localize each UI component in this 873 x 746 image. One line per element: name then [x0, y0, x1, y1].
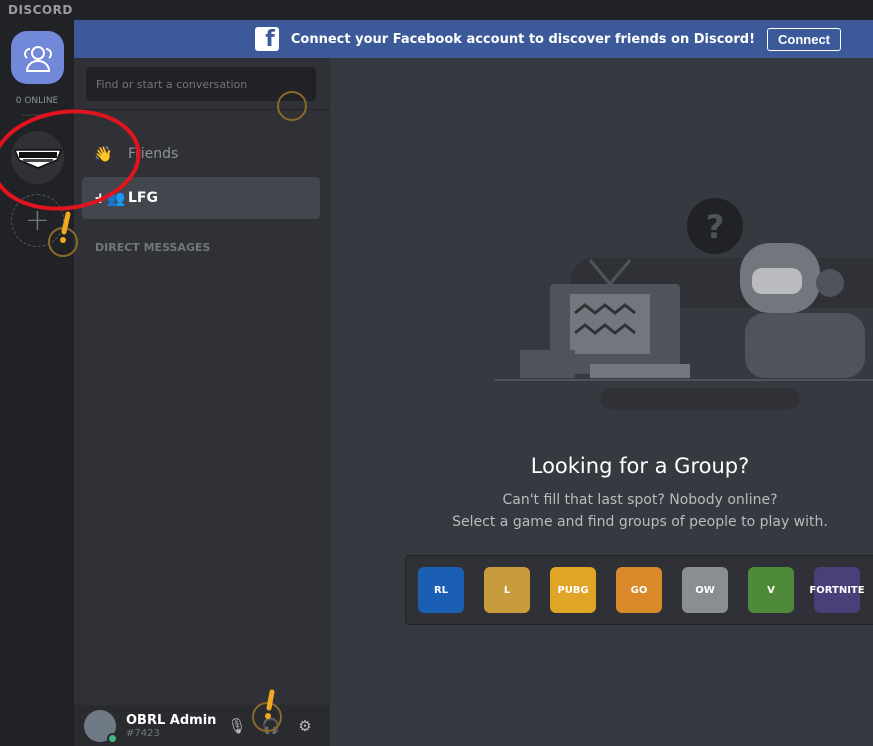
svg-text:?: ? — [706, 208, 725, 246]
game-cs-go[interactable]: GO — [616, 567, 662, 613]
game-label: V — [767, 584, 775, 596]
username: OBRL Admin — [126, 712, 217, 728]
lfg-subtitle-1: Can't fill that last spot? Nobody online… — [502, 492, 778, 508]
game-label: OW — [695, 584, 715, 596]
add-server-button[interactable]: + — [11, 194, 64, 247]
game-label: PUBG — [557, 584, 589, 596]
nav-lfg-label: LFG — [128, 190, 158, 206]
game-picker: RL L PUBG GO OW V FORTNITE — [405, 555, 873, 625]
server-list — [0, 20, 74, 746]
user-tag: #7423 — [126, 727, 160, 739]
game-rocket-league[interactable]: RL — [418, 567, 464, 613]
game-label: FORTNITE — [809, 584, 865, 596]
lfg-illustration: ? — [495, 198, 873, 410]
direct-messages-heading: DIRECT MESSAGES — [95, 241, 211, 254]
divider — [22, 114, 52, 116]
friends-icon — [23, 45, 52, 72]
nav-friends[interactable]: 👋 Friends — [82, 133, 320, 175]
game-overwatch[interactable]: OW — [682, 567, 728, 613]
user-panel: OBRL Admin #7423 🎙 🎧 ⚙ — [74, 705, 330, 746]
nav-lfg[interactable]: +👥 LFG — [82, 177, 320, 219]
game-fortnite[interactable]: FORTNITE — [809, 567, 865, 613]
title-bar — [0, 0, 873, 20]
headphones-icon[interactable]: 🎧 — [254, 717, 288, 735]
channel-sidebar: 👋 Friends +👥LFG DIRECT MESSAGES OBRL Admi… — [74, 58, 330, 746]
server-icon-obrl[interactable] — [11, 131, 64, 184]
game-label: L — [503, 584, 511, 596]
game-league-of-legends[interactable]: L — [484, 567, 530, 613]
game-gta-v[interactable]: V — [748, 567, 794, 613]
settings-gear-icon[interactable]: ⚙ — [288, 717, 322, 735]
home-friends-button[interactable] — [11, 31, 64, 84]
game-label: GO — [630, 584, 648, 596]
online-count: 0 ONLINE — [15, 96, 59, 106]
search-header — [74, 58, 330, 110]
search-input[interactable] — [86, 67, 316, 101]
server-logo-icon — [13, 148, 62, 169]
add-group-icon: +👥 — [94, 189, 126, 207]
nav-friends-label: Friends — [128, 146, 179, 162]
microphone-icon[interactable]: 🎙 — [220, 717, 254, 735]
avatar[interactable] — [84, 709, 118, 744]
lfg-subtitle-2: Select a game and find groups of people … — [452, 514, 828, 530]
facebook-connect-banner: f Connect your Facebook account to disco… — [74, 20, 873, 58]
game-pubg[interactable]: PUBG — [550, 567, 596, 613]
online-status-icon — [107, 732, 118, 744]
banner-text: Connect your Facebook account to discove… — [290, 31, 755, 47]
lfg-main-panel: ? Looking for a Group? Can't fill that l… — [330, 58, 873, 746]
game-label: RL — [433, 584, 449, 596]
discord-logo: DISCORD — [8, 3, 73, 17]
facebook-icon: f — [254, 27, 279, 51]
lfg-title: Looking for a Group? — [530, 454, 750, 478]
friends-wave-icon: 👋 — [94, 145, 113, 163]
connect-button[interactable]: Connect — [767, 27, 841, 51]
